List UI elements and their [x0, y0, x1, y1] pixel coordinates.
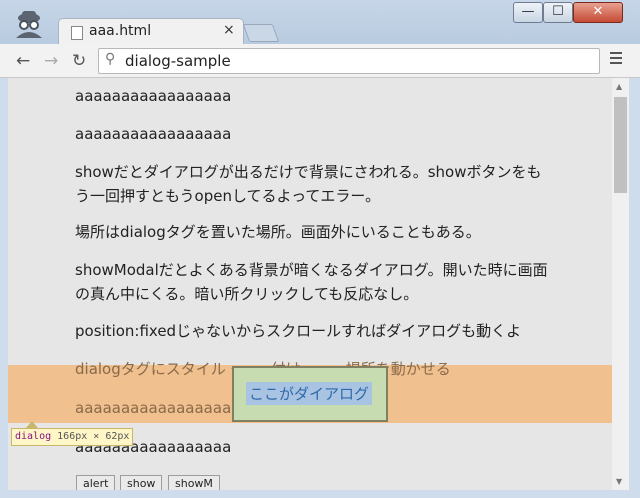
title-bar: aaa.html × — ☐ ✕ [0, 0, 640, 46]
tooltip-tag: dialog [15, 431, 52, 442]
scroll-down-icon[interactable]: ▼ [616, 477, 622, 486]
tab-close-icon[interactable]: × [223, 22, 235, 38]
new-tab-button[interactable] [242, 24, 280, 42]
alert-button[interactable]: alert [76, 475, 116, 490]
window-frame-bottom [0, 490, 640, 498]
tooltip-size: 166px × 62px [57, 431, 130, 442]
incognito-icon [16, 11, 42, 38]
address-bar[interactable]: ⚲ dialog-sample [98, 48, 600, 74]
dialog-text: ここがダイアログ [246, 382, 373, 405]
scroll-up-icon[interactable]: ▲ [616, 82, 622, 91]
browser-window: aaa.html × — ☐ ✕ ← → ↻ ⚲ dialog-sample a… [0, 0, 640, 498]
scrollbar-thumb[interactable] [614, 97, 627, 193]
devtools-inspect-tooltip: dialog 166px × 62px [11, 428, 134, 446]
show-button[interactable]: show [120, 475, 163, 490]
browser-toolbar: ← → ↻ ⚲ dialog-sample [0, 44, 640, 78]
forward-icon[interactable]: → [44, 51, 58, 71]
page-icon [71, 26, 83, 40]
paragraph: aaaaaaaaaaaaaaaaa [75, 87, 232, 105]
tab-title: aaa.html [89, 23, 152, 39]
window-frame-right [629, 78, 640, 498]
minimize-icon: — [521, 4, 535, 19]
tab-active[interactable]: aaa.html × [58, 18, 244, 46]
window-controls: — ☐ ✕ [513, 2, 627, 23]
window-frame-left [0, 78, 8, 490]
close-button[interactable]: ✕ [573, 2, 623, 23]
tooltip-arrow [26, 421, 38, 428]
paragraph: 場所はdialogタグを置いた場所。画面外にいることもある。 [75, 223, 481, 241]
maximize-button[interactable]: ☐ [543, 2, 573, 23]
maximize-icon: ☐ [552, 4, 564, 19]
close-icon: ✕ [592, 4, 604, 19]
minimize-button[interactable]: — [513, 2, 543, 23]
back-icon[interactable]: ← [16, 51, 30, 71]
address-text[interactable]: dialog-sample [125, 52, 231, 70]
showmodal-button[interactable]: showM [168, 475, 220, 490]
vertical-scrollbar[interactable]: ▲ ▼ [612, 78, 629, 490]
reload-icon[interactable]: ↻ [72, 51, 86, 71]
paragraph: aaaaaaaaaaaaaaaaa [75, 125, 232, 143]
dialog-box[interactable]: ここがダイアログ [232, 366, 388, 422]
menu-icon[interactable] [610, 52, 622, 67]
search-icon: ⚲ [105, 51, 116, 67]
paragraph: position:fixedじゃないからスクロールすればダイアログも動くよ [75, 322, 522, 340]
paragraph: aaaaaaaaaaaaaaaaa [75, 438, 232, 456]
paragraph: showだとダイアログが出るだけで背景にさわれる。showボタンをもう一回押すと… [75, 163, 542, 205]
paragraph: showModalだとよくある背景が暗くなるダイアログ。開いた時に画面の真ん中に… [75, 261, 548, 303]
